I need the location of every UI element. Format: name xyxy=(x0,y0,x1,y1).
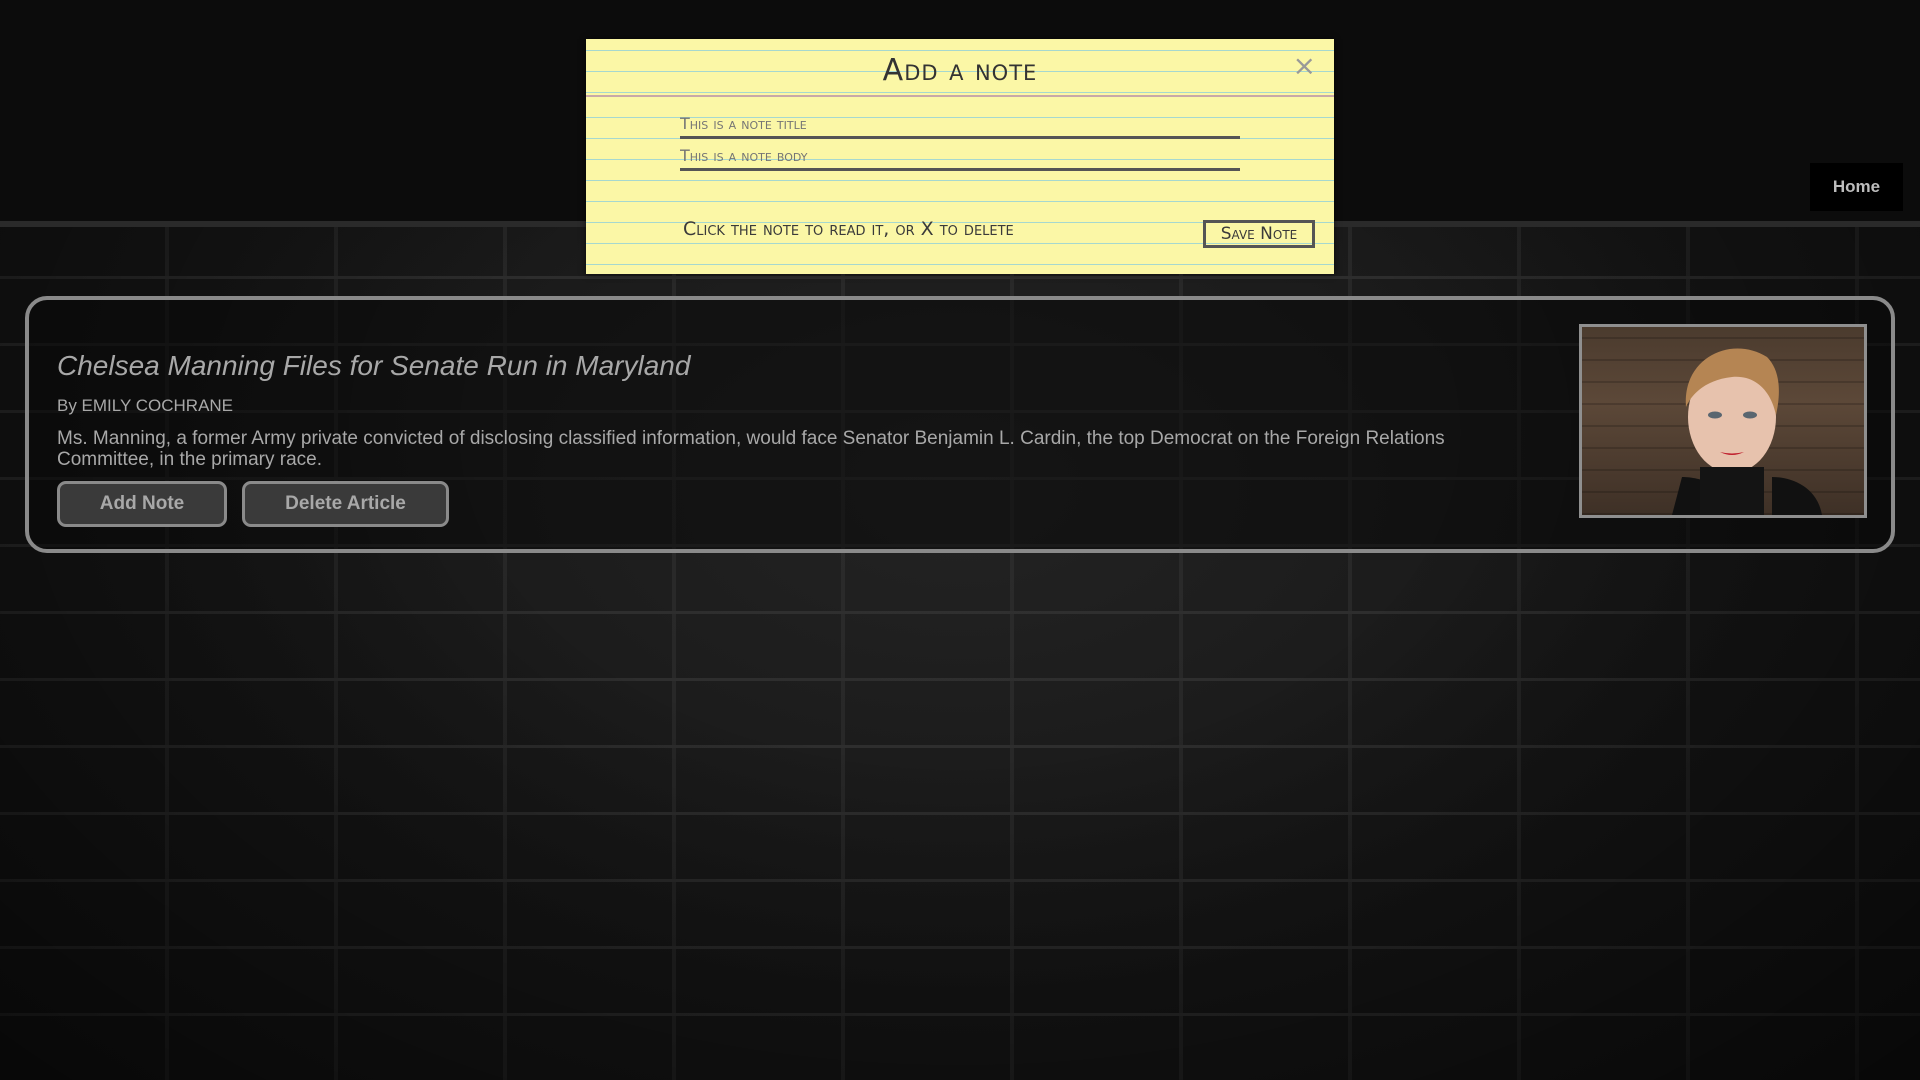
modal-title: Add a note xyxy=(882,53,1038,88)
save-note-button[interactable]: Save Note xyxy=(1203,220,1315,248)
portrait-image xyxy=(1672,348,1822,515)
modal-hint-text: Click the note to read it, or X to delet… xyxy=(683,218,1014,240)
article-image xyxy=(1579,324,1867,518)
close-icon[interactable]: × xyxy=(1293,49,1316,82)
note-body-input[interactable] xyxy=(680,142,1240,171)
article-summary: Ms. Manning, a former Army private convi… xyxy=(57,428,1445,470)
nav-home-button[interactable]: Home xyxy=(1810,163,1903,211)
delete-article-button[interactable]: Delete Article xyxy=(242,481,449,527)
article-title[interactable]: Chelsea Manning Files for Senate Run in … xyxy=(57,350,690,382)
article-card: Chelsea Manning Files for Senate Run in … xyxy=(25,296,1895,553)
add-note-modal: Add a note × Click the note to read it, … xyxy=(586,39,1334,274)
note-title-input[interactable] xyxy=(680,110,1240,139)
add-note-button[interactable]: Add Note xyxy=(57,481,227,527)
modal-margin-line xyxy=(586,95,1334,97)
article-byline: By EMILY COCHRANE xyxy=(57,396,234,415)
